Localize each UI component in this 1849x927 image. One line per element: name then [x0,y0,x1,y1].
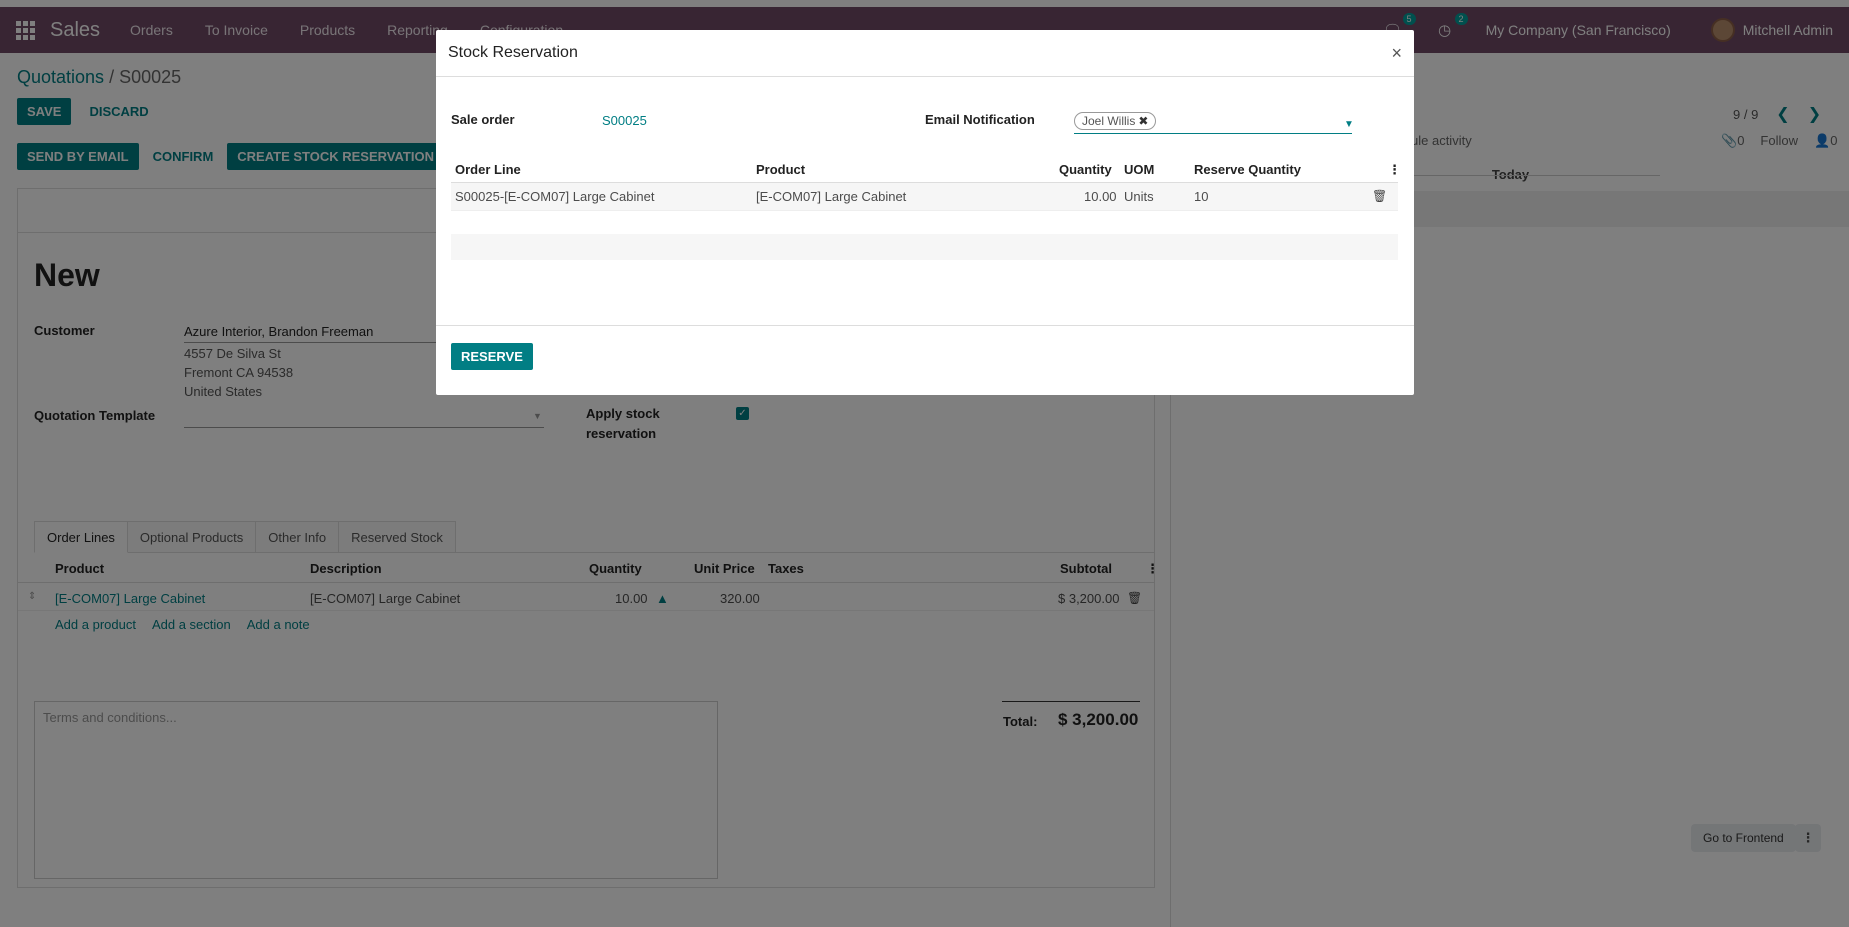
email-notification-input[interactable] [1074,133,1352,134]
col-product[interactable]: Product [756,162,805,177]
dialog-footer: RESERVE [436,325,1414,395]
trash-icon[interactable]: 🗑 [1372,189,1387,203]
row-product[interactable]: [E-COM07] Large Cabinet [756,189,906,204]
table-row[interactable]: S00025-[E-COM07] Large Cabinet [E-COM07]… [451,183,1398,211]
col-quantity[interactable]: Quantity [1059,162,1112,177]
col-reserve-quantity[interactable]: Reserve Quantity [1194,162,1301,177]
row-order-line[interactable]: S00025-[E-COM07] Large Cabinet [455,189,654,204]
sale-order-label: Sale order [451,112,515,127]
email-notification-label: Email Notification [925,112,1035,127]
remove-tag-icon[interactable]: ✖ [1138,114,1148,128]
close-icon[interactable]: × [1391,43,1402,64]
row-uom[interactable]: Units [1124,189,1154,204]
column-options-icon[interactable]: ⋮ [1388,162,1401,178]
stock-reservation-dialog: Stock Reservation × Sale order S00025 Em… [436,30,1414,395]
empty-row [451,234,1398,260]
chevron-down-icon[interactable]: ▼ [1344,119,1354,130]
dialog-header: Stock Reservation × [436,30,1414,77]
sale-order-link[interactable]: S00025 [602,113,647,128]
recipient-tag-label: Joel Willis [1082,114,1136,128]
reservation-table-header: Order Line Product Quantity UOM Reserve … [451,156,1401,183]
col-order-line[interactable]: Order Line [455,162,521,177]
recipient-tag: Joel Willis ✖ [1074,112,1157,130]
reserve-button[interactable]: RESERVE [451,343,533,370]
dialog-title: Stock Reservation [448,44,578,61]
col-uom[interactable]: UOM [1124,162,1154,177]
row-quantity[interactable]: 10.00 [1084,189,1117,204]
row-reserve-quantity[interactable]: 10 [1194,189,1208,204]
